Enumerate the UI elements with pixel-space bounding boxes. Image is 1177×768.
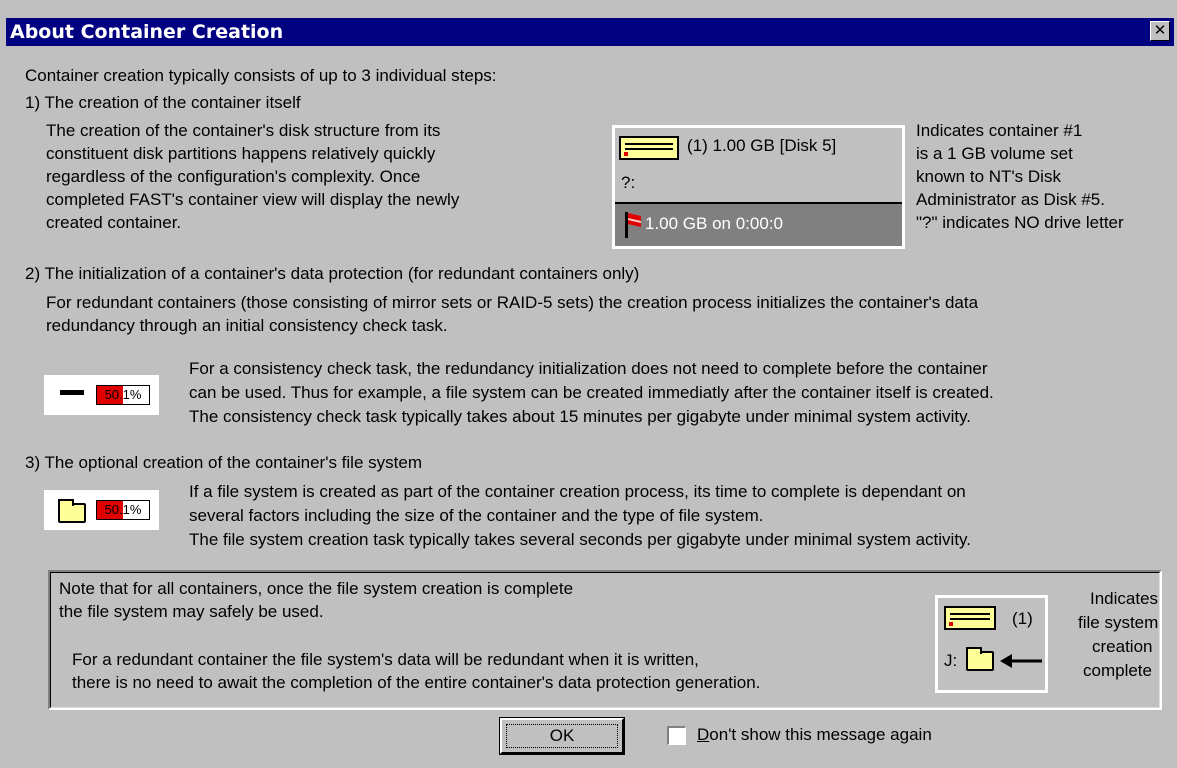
flag-icon	[625, 212, 641, 238]
container-icon	[619, 136, 679, 160]
step1-line: constituent disk partitions happens rela…	[46, 144, 436, 163]
step1-explanation: Indicates container #1	[916, 121, 1083, 140]
drive-letter: ?:	[621, 173, 636, 192]
step2-intro-line: redundancy through an initial consistenc…	[46, 316, 448, 335]
note-line: For a redundant container the file syste…	[72, 650, 699, 669]
consistency-check-icon	[60, 390, 84, 395]
close-button[interactable]: ✕	[1150, 21, 1170, 41]
step1-line: completed FAST's container view will dis…	[46, 190, 460, 209]
progress-text: 50.1%	[104, 502, 142, 517]
container-label: (1) 1.00 GB [Disk 5]	[687, 136, 837, 155]
note-line: the file system may safely be used.	[59, 602, 324, 621]
note-line: there is no need to await the completion…	[72, 673, 761, 692]
folder-icon	[58, 499, 86, 523]
ok-button[interactable]: OK	[499, 717, 625, 755]
legend-caption: creation	[1092, 637, 1153, 656]
legend-drive-letter: J:	[944, 651, 958, 670]
partition-row: 1.00 GB on 0:00:0	[615, 202, 902, 246]
step2-intro-line: For redundant containers (those consisti…	[46, 293, 979, 312]
progress-text: 50.1%	[104, 387, 142, 402]
step2-line: The consistency check task typically tak…	[189, 407, 972, 426]
step2-heading: 2) The initialization of a container's d…	[25, 264, 640, 283]
step1-explanation: "?" indicates NO drive letter	[916, 213, 1124, 232]
title-bar[interactable]: About Container Creation ✕	[6, 18, 1174, 46]
step1-explanation: is a 1 GB volume set	[916, 144, 1073, 163]
step2-line: For a consistency check task, the redund…	[189, 359, 988, 378]
step3-line: The file system creation task typically …	[189, 530, 971, 549]
step2-line: can be used. Thus for example, a file sy…	[189, 383, 994, 402]
step1-line: The creation of the container's disk str…	[46, 121, 441, 140]
step1-heading: 1) The creation of the container itself	[25, 93, 301, 112]
legend-caption: file system	[1078, 613, 1159, 632]
close-icon: ✕	[1153, 22, 1167, 39]
dont-show-label[interactable]: Don't show this message again	[697, 725, 932, 745]
step1-explanation: known to NT's Disk	[916, 167, 1061, 186]
step1-line: regardless of the configuration's comple…	[46, 167, 421, 186]
legend-caption: Indicates	[1090, 589, 1159, 608]
step1-line: created container.	[46, 213, 182, 232]
intro-text: Container creation typically consists of…	[25, 66, 497, 85]
legend-caption: complete	[1083, 661, 1152, 680]
note-line: Note that for all containers, once the f…	[59, 579, 574, 598]
completion-legend: (1) J:	[935, 595, 1048, 693]
container-icon	[944, 606, 996, 630]
partition-label: 1.00 GB on 0:00:0	[645, 214, 783, 233]
step3-heading: 3) The optional creation of the containe…	[25, 453, 422, 472]
folder-icon	[966, 647, 994, 671]
dialog-title: About Container Creation	[10, 21, 284, 43]
consistency-check-progress: 50.1%	[44, 375, 159, 415]
ok-label: OK	[549, 726, 575, 745]
arrow-left-icon	[1000, 654, 1042, 668]
step3-line: several factors including the size of th…	[189, 506, 764, 525]
step1-explanation: Administrator as Disk #5.	[916, 190, 1105, 209]
progress-bar: 50.1%	[96, 385, 150, 405]
dont-show-checkbox[interactable]	[667, 726, 686, 745]
step3-line: If a file system is created as part of t…	[189, 482, 966, 501]
progress-bar: 50.1%	[96, 500, 150, 520]
container-view-sample: (1) 1.00 GB [Disk 5] ?: 1.00 GB on 0:00:…	[612, 125, 905, 249]
file-system-progress: 50.1%	[44, 490, 159, 530]
legend-container-label: (1)	[1012, 609, 1033, 628]
